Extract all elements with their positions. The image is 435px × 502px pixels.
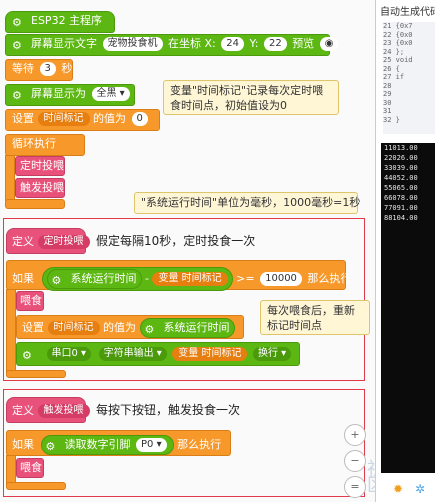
screen-fill-block[interactable]: ⚙ 屏幕显示为 全黑 (5, 84, 135, 106)
loop-body-rail (5, 155, 15, 201)
esp32-main-hat-block[interactable]: ⚙ ESP32 主程序 (5, 11, 115, 33)
serial-console[interactable]: 11013.00 22026.00 33039.00 44052.00 55065.00… (381, 143, 435, 473)
oled-show-text-block[interactable]: ⚙ 屏幕显示文字 宠物投食机 在坐标 X: 24 Y: 22 预览 ◉ (5, 34, 339, 56)
display-icon: ⚙ (12, 39, 22, 52)
code-line: 27 if (383, 73, 405, 81)
console-line: 11013.00 (384, 144, 418, 152)
wait-block[interactable]: 等待 3 秒 (5, 59, 73, 81)
console-line: 22026.00 (384, 154, 418, 162)
code-line: 31 (383, 107, 392, 115)
code-line: 24 }; (383, 47, 405, 56)
define-timer-feed-block[interactable]: 定义 定时投喂 (6, 228, 90, 254)
variable-reporter[interactable]: 变量 时间标记 (172, 347, 248, 361)
call-timer-feed-block[interactable]: 定时投喂 (15, 156, 65, 176)
variable-dropdown[interactable]: 时间标记 (47, 321, 100, 335)
zoom-out-button[interactable]: − (344, 450, 366, 472)
code-line: 29 (383, 90, 392, 98)
if-body-rail (6, 455, 16, 485)
if-button-block[interactable]: 如果 ⚙读取数字引脚 P0 那么执行 (6, 430, 231, 456)
serial-print-block[interactable]: ⚙ 串口0 字符串输出 变量 时间标记 换行 (16, 342, 300, 366)
newline-dropdown[interactable]: 换行 (252, 347, 292, 361)
console-line: 44052.00 (384, 174, 418, 182)
function-name[interactable]: 定时投喂 (37, 235, 90, 249)
serial-port-dropdown[interactable]: 串口0 (46, 347, 92, 361)
loop-block[interactable]: 循环执行 (5, 134, 85, 156)
code-panel-title: 自动生成代码 (380, 7, 435, 18)
console-line: 77091.00 (384, 204, 418, 212)
uptime-reporter[interactable]: ⚙ 系统运行时间 (139, 318, 235, 338)
timer-feed-description: 假定每隔10秒，定时投食一次 (96, 234, 256, 248)
gear-icon: ⚙ (51, 274, 62, 287)
code-line: 25 void (383, 56, 413, 64)
oled-y-input[interactable]: 22 (263, 37, 287, 51)
gear-icon: ⚙ (12, 16, 22, 29)
screen-fill-dropdown[interactable]: 全黑 (91, 87, 130, 101)
console-line: 55065.00 (384, 184, 418, 192)
bug-icon[interactable]: ✲ (415, 482, 425, 496)
initial-value-input[interactable]: 0 (131, 112, 148, 126)
oled-x-input[interactable]: 24 (221, 37, 244, 51)
code-line: 21 {0x7 (383, 22, 413, 30)
loop-footer (5, 199, 65, 209)
sun-icon[interactable]: ✹ (393, 482, 403, 496)
gear-icon: ⚙ (144, 323, 155, 336)
set-time-mark-block[interactable]: 设置 时间标记 的值为 ⚙ 系统运行时间 (16, 315, 244, 339)
feed-call-block[interactable]: 喂食 (16, 458, 44, 478)
comment-note-uptime[interactable]: "系统运行时间"单位为毫秒，1000毫秒=1秒 (134, 192, 360, 214)
code-line: 28 (383, 81, 392, 90)
comment-note-remark[interactable]: 每次喂食后，重新标记时间点 (260, 300, 370, 335)
subtract-block[interactable]: ⚙ 系统运行时间 - 变量 时间标记 (41, 267, 233, 291)
serial-function-dropdown[interactable]: 字符串输出 (98, 347, 167, 361)
console-line: 33039.00 (384, 164, 418, 172)
serial-icon: ⚙ (22, 349, 32, 362)
if-footer (6, 482, 66, 490)
if-body-rail (6, 289, 16, 373)
display-icon: ⚙ (12, 89, 22, 102)
generated-code[interactable]: 21 {0x7 22 {0x0 23 {0x0 24 }; 25 void 26 {27 … (383, 22, 435, 134)
code-line: 30 (383, 98, 392, 107)
comment-note-variable[interactable]: 变量"时间标记"记录每次定时喂食时间点，初始值设为0 (163, 80, 339, 115)
eye-icon[interactable]: ◉ (319, 37, 339, 51)
digital-read-reporter[interactable]: ⚙ 读取数字引脚 P0 (40, 435, 174, 455)
button-feed-description: 每按下按钮，触发投食一次 (96, 403, 241, 417)
code-line: 22 {0x0 (383, 30, 413, 39)
main-program-label: ESP32 主程序 (31, 14, 103, 27)
watermark: 社区 (367, 461, 375, 495)
zoom-in-button[interactable]: + (344, 424, 366, 446)
variable-reporter[interactable]: 变量 时间标记 (152, 272, 228, 286)
if-footer (6, 370, 66, 378)
function-name[interactable]: 触发投喂 (37, 404, 90, 418)
uptime-reporter[interactable]: ⚙ 系统运行时间 (46, 269, 142, 289)
threshold-input[interactable]: 10000 (260, 272, 302, 286)
call-button-feed-block[interactable]: 触发投喂 (15, 178, 65, 198)
oled-text-input[interactable]: 宠物投食机 (102, 37, 163, 51)
code-line: 32 } (383, 115, 400, 124)
define-button-feed-block[interactable]: 定义 触发投喂 (6, 397, 90, 423)
code-line: 26 { (383, 64, 400, 73)
block-workspace[interactable]: ⚙ ESP32 主程序 ⚙ 屏幕显示文字 宠物投食机 在坐标 X: 24 Y: 22… (0, 0, 375, 502)
if-uptime-block[interactable]: 如果 ⚙ 系统运行时间 - 变量 时间标记 >= 10000 那么执行 (6, 260, 351, 291)
gear-icon: ⚙ (45, 440, 56, 453)
wait-seconds-input[interactable]: 3 (39, 62, 56, 76)
code-line: 23 {0x0 (383, 39, 413, 47)
variable-dropdown[interactable]: 时间标记 (37, 112, 90, 126)
console-line: 88104.00 (384, 214, 418, 222)
feed-call-block[interactable]: 喂食 (16, 291, 44, 311)
pin-dropdown[interactable]: P0 (136, 438, 167, 452)
zoom-reset-button[interactable]: = (344, 476, 366, 498)
set-variable-block[interactable]: 设置 时间标记 的值为 0 (5, 109, 160, 131)
console-line: 66078.00 (384, 194, 418, 202)
